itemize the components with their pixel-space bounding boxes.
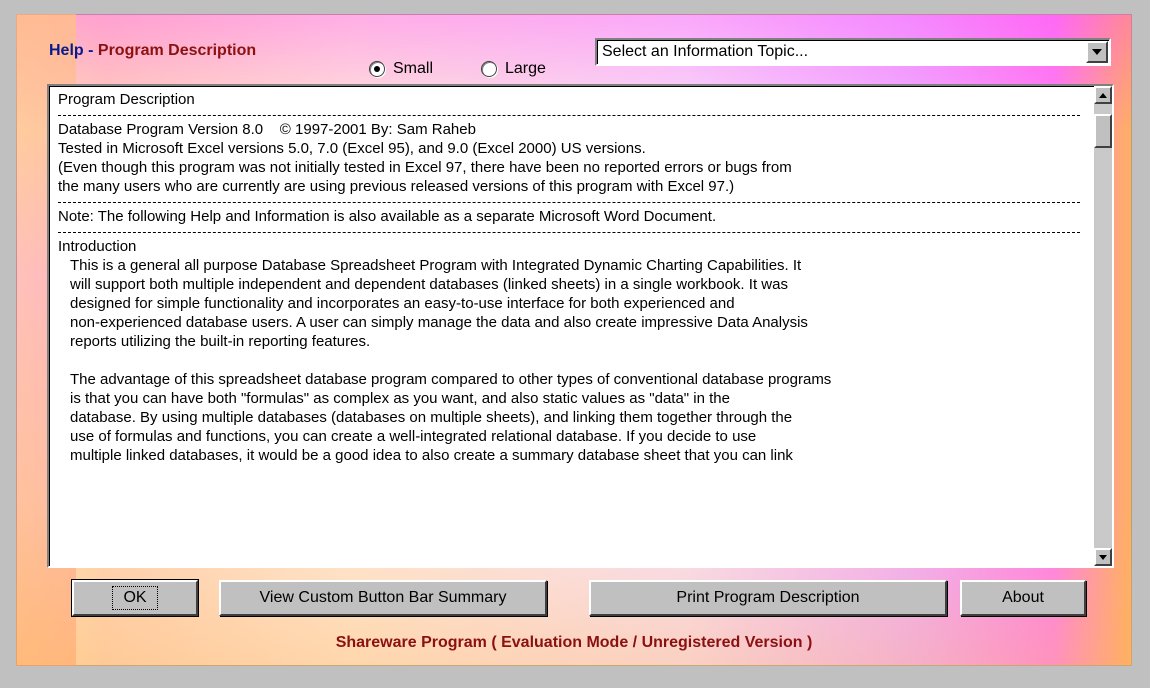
scroll-down-button[interactable] xyxy=(1094,548,1112,566)
intro-line: designed for simple functionality and in… xyxy=(70,295,735,312)
version-line: Database Program Version 8.0 © 1997-2001… xyxy=(58,121,476,138)
arrow-up-icon xyxy=(1099,92,1107,98)
vertical-scrollbar[interactable] xyxy=(1094,86,1112,566)
version-line: Tested in Microsoft Excel versions 5.0, … xyxy=(58,140,646,157)
page-title: Help - Program Description xyxy=(49,42,256,60)
intro-heading: Introduction xyxy=(58,238,137,255)
advantage-line: is that you can have both "formulas" as … xyxy=(70,390,730,407)
print-button-label: Print Program Description xyxy=(676,589,860,606)
about-button-label: About xyxy=(1002,589,1044,606)
ok-button[interactable]: OK xyxy=(71,579,199,617)
scroll-up-button[interactable] xyxy=(1094,86,1112,104)
topic-select[interactable]: Select an Information Topic... xyxy=(595,38,1111,66)
print-button[interactable]: Print Program Description xyxy=(589,580,947,616)
intro-line: reports utilizing the built-in reporting… xyxy=(70,333,371,350)
intro-line: This is a general all purpose Database S… xyxy=(70,257,802,274)
view-summary-button-label: View Custom Button Bar Summary xyxy=(259,589,507,606)
divider xyxy=(58,232,1080,233)
title-prefix: Help - xyxy=(49,42,98,59)
advantage-line: multiple linked databases, it would be a… xyxy=(70,447,793,464)
help-panel: Help - Program Description Small Large S… xyxy=(16,14,1132,666)
view-summary-button[interactable]: View Custom Button Bar Summary xyxy=(219,580,547,616)
note-line: Note: The following Help and Information… xyxy=(58,208,717,225)
radio-large-indicator[interactable] xyxy=(481,61,497,77)
content-heading: Program Description xyxy=(58,91,195,108)
divider xyxy=(58,202,1080,203)
dropdown-arrow-button[interactable] xyxy=(1086,41,1108,63)
advantage-line: database. By using multiple databases (d… xyxy=(70,409,793,426)
version-line: (Even though this program was not initia… xyxy=(58,159,792,176)
radio-large[interactable]: Large xyxy=(481,60,546,78)
intro-line: non-experienced database users. A user c… xyxy=(70,314,808,331)
radio-small-indicator[interactable] xyxy=(369,61,385,77)
chevron-down-icon xyxy=(1092,49,1102,55)
advantage-line: use of formulas and functions, you can c… xyxy=(70,428,757,445)
ok-button-label: OK xyxy=(112,586,158,610)
registration-status: Shareware Program ( Evaluation Mode / Un… xyxy=(335,634,813,651)
topic-select-value: Select an Information Topic... xyxy=(602,43,809,60)
divider xyxy=(58,115,1080,116)
description-textbox[interactable]: Program Description Database Program Ver… xyxy=(47,84,1114,568)
intro-line: will support both multiple independent a… xyxy=(70,276,788,293)
description-text: Program Description Database Program Ver… xyxy=(58,90,1080,465)
scroll-thumb[interactable] xyxy=(1094,114,1112,148)
about-button[interactable]: About xyxy=(960,580,1086,616)
radio-small[interactable]: Small xyxy=(369,60,433,78)
version-line: the many users who are currently are usi… xyxy=(58,178,735,195)
title-main: Program Description xyxy=(97,42,257,59)
radio-large-label: Large xyxy=(505,60,546,77)
radio-small-label: Small xyxy=(393,60,434,77)
arrow-down-icon xyxy=(1099,554,1107,560)
advantage-line: The advantage of this spreadsheet databa… xyxy=(70,371,832,388)
